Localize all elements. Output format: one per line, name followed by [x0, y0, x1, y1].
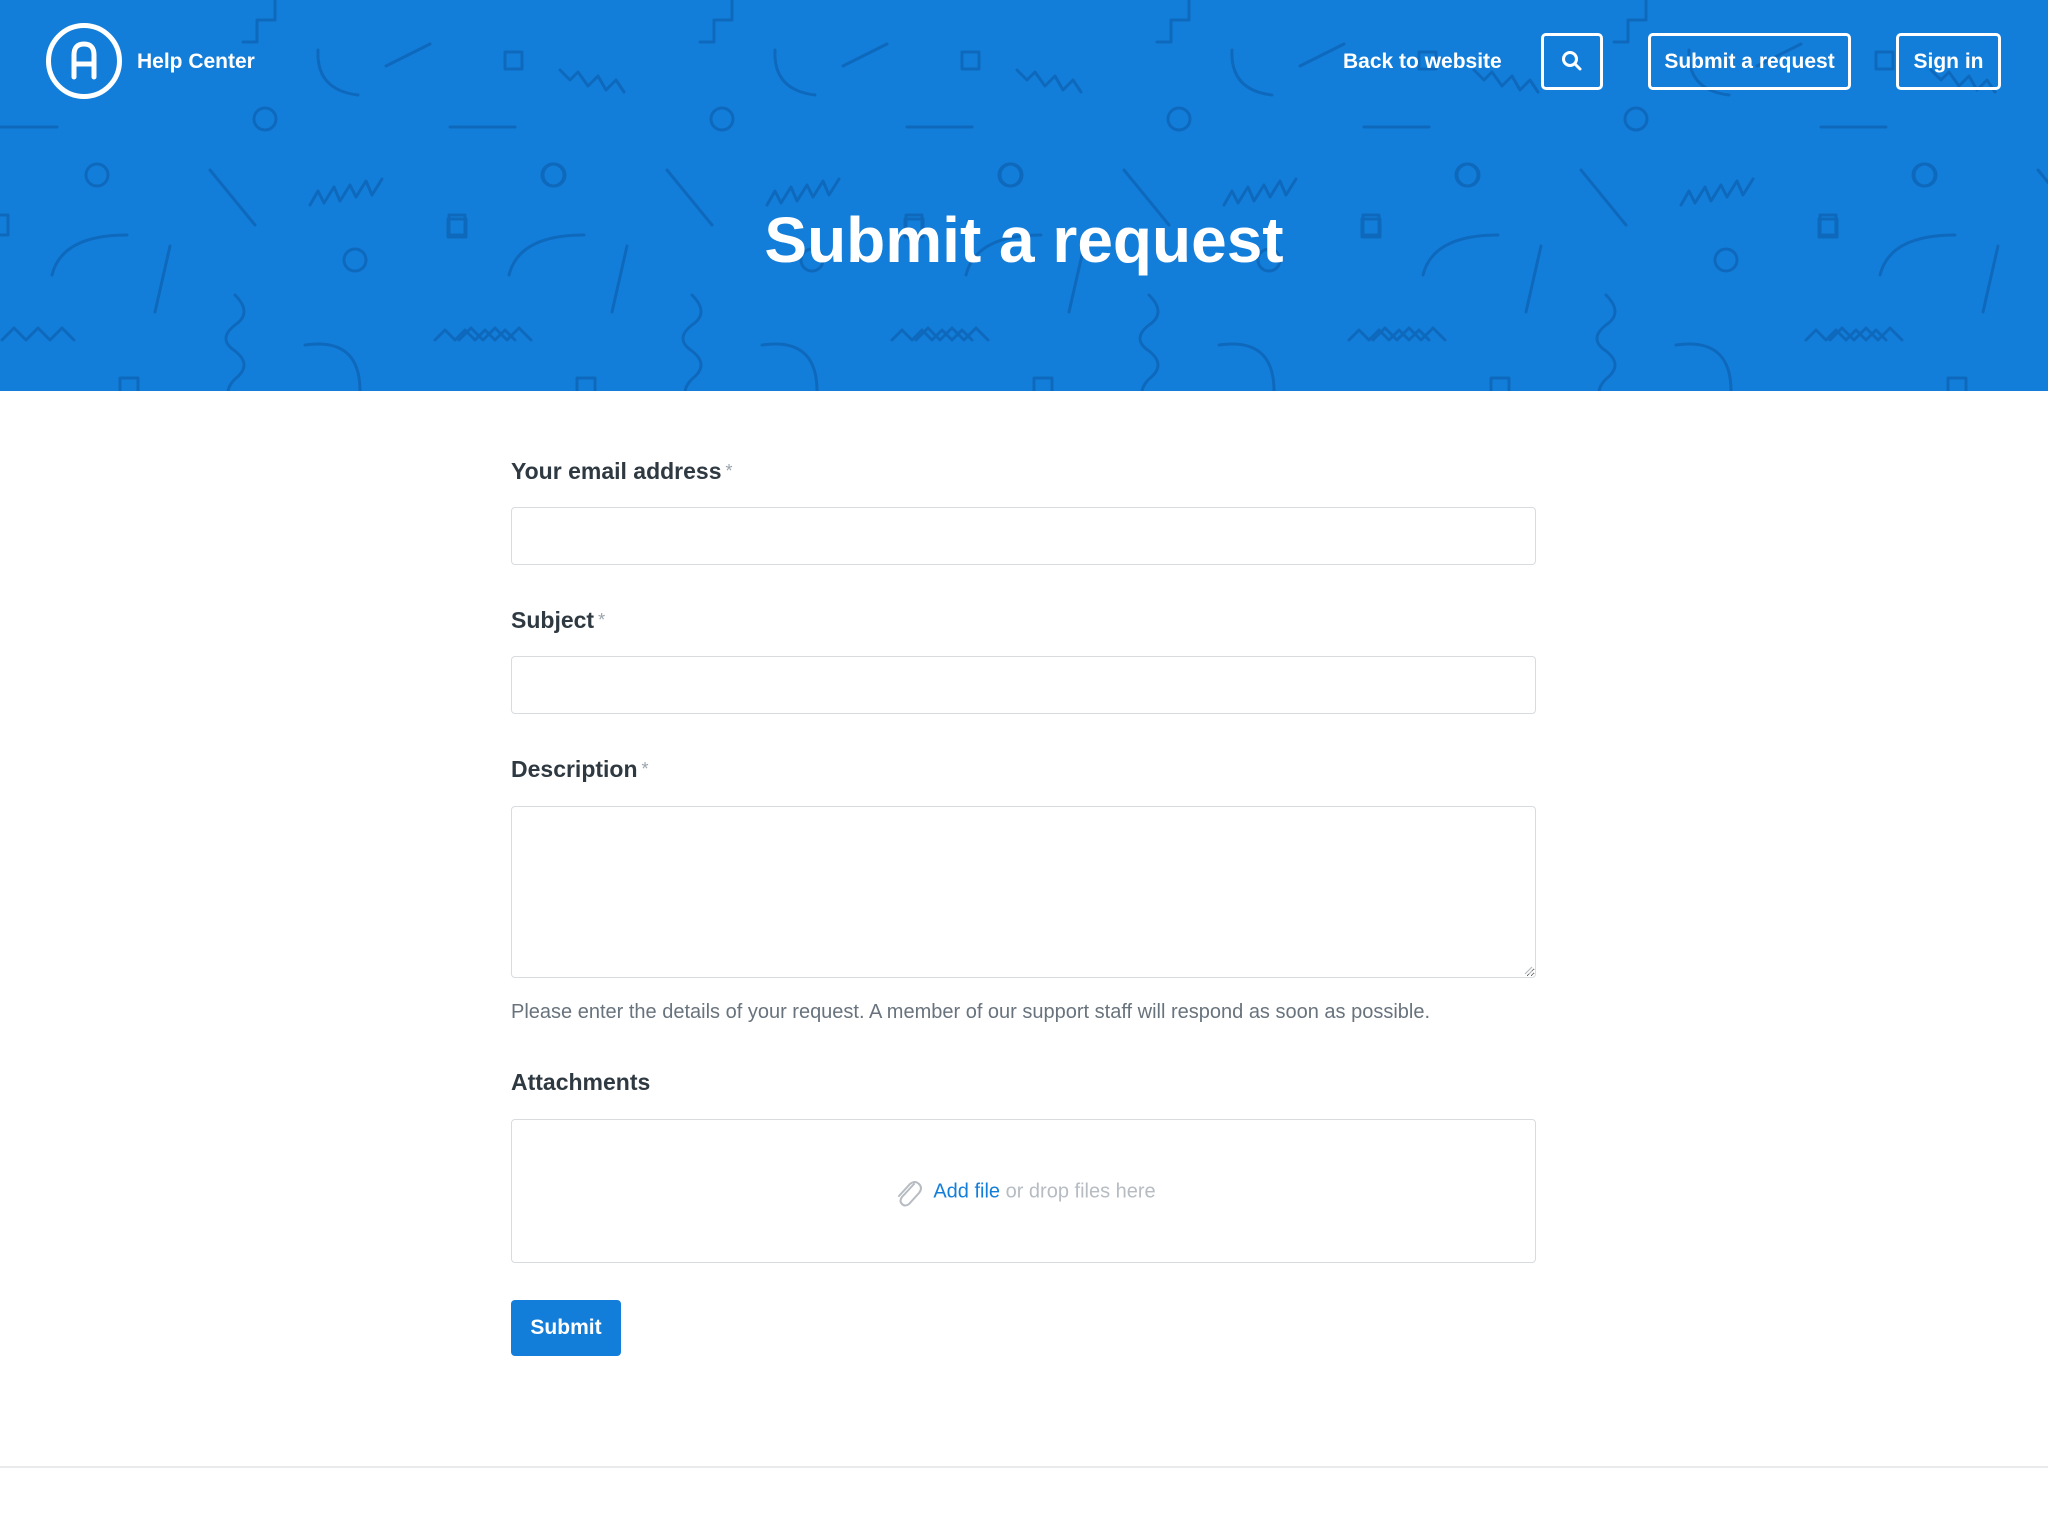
- resize-handle-icon[interactable]: [1523, 965, 1533, 975]
- description-field[interactable]: [511, 806, 1536, 978]
- description-wrapper: [511, 806, 1536, 978]
- required-mark: *: [641, 759, 649, 779]
- hero-header: Help Center Back to website Submit a req…: [0, 0, 2048, 391]
- description-hint: Please enter the details of your request…: [511, 1001, 1431, 1023]
- add-file-link[interactable]: Add file: [933, 1180, 1000, 1202]
- page-title: Submit a request: [764, 204, 1284, 276]
- submit-request-nav-button[interactable]: Submit a request: [1648, 33, 1851, 90]
- required-mark: *: [725, 461, 733, 481]
- drop-files-text: or drop files here: [1005, 1180, 1156, 1203]
- search-button[interactable]: [1541, 33, 1603, 90]
- description-label: Description *: [511, 756, 649, 782]
- email-label: Your email address *: [511, 458, 733, 484]
- paperclip-icon: [898, 1181, 923, 1207]
- back-to-website-link[interactable]: Back to website: [1343, 48, 1502, 76]
- footer-divider: [0, 1466, 2048, 1468]
- search-icon: [1562, 51, 1582, 71]
- submit-button[interactable]: Submit: [511, 1300, 621, 1356]
- logo-letter-icon: [71, 41, 97, 80]
- subject-field[interactable]: [511, 656, 1536, 714]
- email-field[interactable]: [511, 507, 1536, 565]
- subject-label: Subject *: [511, 607, 606, 633]
- sign-in-button[interactable]: Sign in: [1896, 33, 2001, 90]
- brand-name[interactable]: Help Center: [137, 48, 255, 76]
- help-center-logo[interactable]: [46, 23, 122, 99]
- required-mark: *: [598, 610, 606, 630]
- attachments-dropzone[interactable]: Add file or drop files here: [511, 1119, 1536, 1263]
- attachments-label: Attachments: [511, 1069, 651, 1095]
- dropzone-content: Add file or drop files here: [512, 1176, 1537, 1208]
